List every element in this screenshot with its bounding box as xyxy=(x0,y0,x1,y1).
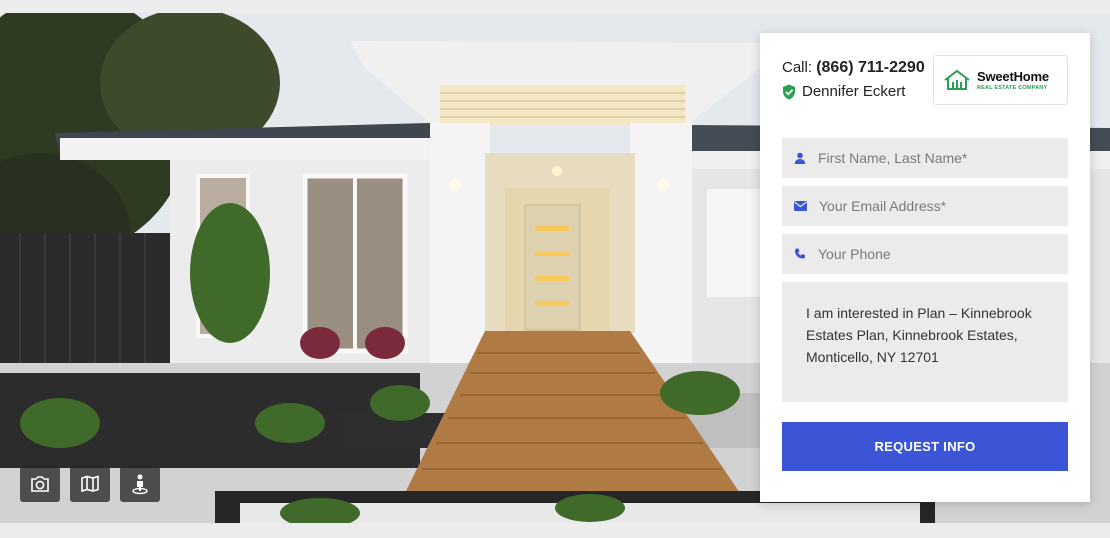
phone-number-link[interactable]: (866) 711-2290 xyxy=(816,59,925,76)
email-field xyxy=(782,186,1068,226)
name-field xyxy=(782,138,1068,178)
user-icon xyxy=(794,152,806,164)
logo-tagline: REAL ESTATE COMPANY xyxy=(977,85,1048,91)
email-input[interactable] xyxy=(819,198,1059,214)
envelope-icon xyxy=(794,201,807,211)
camera-icon xyxy=(31,476,49,492)
message-textarea[interactable]: I am interested in Plan – Kinnebrook Est… xyxy=(782,282,1068,402)
logo-text: SweetHome REAL ESTATE COMPANY xyxy=(977,69,1049,91)
map-icon xyxy=(81,475,99,493)
phone-icon xyxy=(795,248,805,259)
house-logo-icon xyxy=(944,69,970,90)
verified-shield-icon xyxy=(783,84,795,99)
map-button[interactable] xyxy=(70,466,110,502)
request-info-button[interactable]: REQUEST INFO xyxy=(782,422,1068,471)
agent-line: Dennifer Eckert xyxy=(782,83,925,100)
agent-name[interactable]: Dennifer Eckert xyxy=(802,83,905,100)
company-logo[interactable]: SweetHome REAL ESTATE COMPANY xyxy=(933,55,1068,105)
call-line: Call: (866) 711-2290 xyxy=(782,59,925,77)
street-view-icon xyxy=(132,474,148,495)
street-view-button[interactable] xyxy=(120,466,160,502)
phone-field xyxy=(782,234,1068,274)
logo-brand: SweetHome xyxy=(977,69,1049,84)
request-info-card: Call: (866) 711-2290 Dennifer Eckert Swe… xyxy=(760,33,1090,502)
phone-input[interactable] xyxy=(818,246,1058,262)
call-label: Call: xyxy=(782,59,813,76)
contact-info: Call: (866) 711-2290 Dennifer Eckert xyxy=(782,59,925,100)
name-input[interactable] xyxy=(818,150,1058,166)
media-toolbar xyxy=(20,466,160,502)
photos-button[interactable] xyxy=(20,466,60,502)
